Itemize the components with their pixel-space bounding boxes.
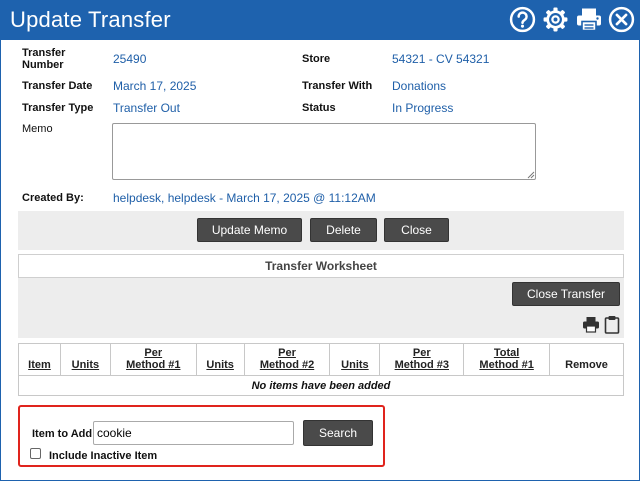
delete-button[interactable]: Delete	[310, 218, 377, 242]
status-value: In Progress	[392, 101, 454, 115]
empty-message: No items have been added	[18, 375, 624, 396]
clipboard-icon[interactable]	[604, 315, 620, 337]
header-icons	[508, 5, 636, 34]
transfer-date-value: March 17, 2025	[113, 79, 197, 93]
item-to-add-input[interactable]	[93, 421, 294, 445]
worksheet-table: Item Units Per Method #1 Units Per Metho…	[18, 343, 624, 396]
col-units-3[interactable]: Units	[329, 343, 381, 376]
resize-grip-icon[interactable]	[527, 171, 535, 179]
search-button[interactable]: Search	[303, 420, 373, 446]
memo-textarea[interactable]	[112, 123, 536, 180]
col-per-method-1[interactable]: Per Method #1	[109, 343, 197, 376]
gear-icon[interactable]	[541, 5, 570, 34]
window-title: Update Transfer	[10, 7, 171, 32]
add-item-panel: Item to Add: Search Include Inactive Ite…	[18, 405, 385, 467]
col-item[interactable]: Item	[18, 343, 61, 376]
col-remove: Remove	[549, 343, 624, 376]
include-inactive-checkbox[interactable]	[30, 448, 41, 459]
col-units-1[interactable]: Units	[59, 343, 111, 376]
title-bar: Update Transfer	[0, 0, 640, 40]
close-icon[interactable]	[607, 5, 636, 34]
include-inactive-label: Include Inactive Item	[49, 450, 158, 462]
transfer-number-value: 25490	[113, 52, 147, 66]
worksheet-print-icon[interactable]	[582, 316, 600, 336]
transfer-with-value: Donations	[392, 79, 447, 93]
transfer-number-label: Transfer Number	[22, 47, 66, 71]
created-by-value: helpdesk, helpdesk - March 17, 2025 @ 11…	[113, 191, 376, 205]
help-icon[interactable]	[508, 5, 537, 34]
close-button[interactable]: Close	[384, 218, 449, 242]
transfer-date-label: Transfer Date	[22, 80, 93, 92]
col-per-method-2[interactable]: Per Method #2	[243, 343, 331, 376]
col-units-2[interactable]: Units	[195, 343, 245, 376]
col-per-method-3[interactable]: Per Method #3	[379, 343, 465, 376]
table-row: No items have been added	[18, 375, 624, 396]
status-label: Status	[302, 102, 336, 114]
created-by-label: Created By:	[22, 192, 84, 204]
table-header-row: Item Units Per Method #1 Units Per Metho…	[18, 343, 624, 376]
col-total-method-1[interactable]: Total Method #1	[463, 343, 551, 376]
worksheet-title: Transfer Worksheet	[18, 254, 624, 278]
item-to-add-label: Item to Add:	[32, 428, 96, 440]
memo-label: Memo	[22, 123, 53, 135]
store-label: Store	[302, 53, 331, 65]
close-transfer-button[interactable]: Close Transfer	[512, 282, 620, 306]
update-memo-button[interactable]: Update Memo	[197, 218, 302, 242]
print-icon[interactable]	[574, 5, 603, 34]
transfer-type-label: Transfer Type	[22, 102, 94, 114]
transfer-with-label: Transfer With	[302, 80, 373, 92]
store-value: 54321 - CV 54321	[392, 52, 490, 66]
transfer-type-value: Transfer Out	[113, 101, 180, 115]
